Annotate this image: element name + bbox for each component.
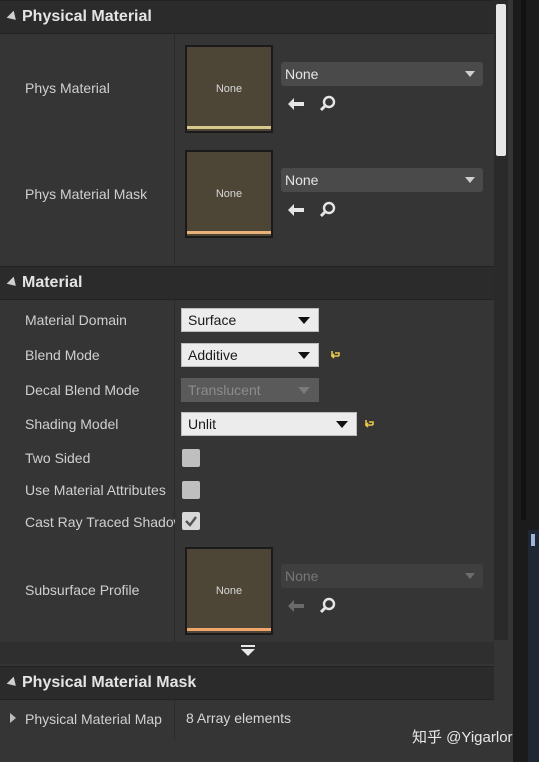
dropdown-value: Unlit (188, 416, 217, 432)
asset-type-bar (187, 628, 271, 631)
phys-material-thumbnail[interactable]: None (185, 45, 273, 133)
blend-mode-dropdown[interactable]: Additive (181, 343, 319, 367)
cast-ray-traced-shadows-checkbox[interactable] (182, 512, 200, 530)
chevron-down-icon (465, 71, 475, 77)
adjacent-tab[interactable] (528, 530, 539, 762)
decal-blend-mode-label: Decal Blend Mode (25, 382, 140, 398)
chevron-down-icon (336, 420, 348, 428)
use-selected-arrow-icon (286, 596, 306, 616)
phys-material-mask-label: Phys Material Mask (25, 186, 148, 202)
column-divider[interactable] (174, 34, 175, 264)
browse-search-icon[interactable] (318, 596, 338, 616)
vertical-scrollbar[interactable] (494, 0, 508, 640)
chevron-down-icon (298, 386, 310, 394)
dropdown-value: Translucent (188, 382, 261, 398)
collapse-triangle-icon[interactable] (6, 10, 20, 24)
collapse-triangle-icon[interactable] (6, 676, 20, 690)
section-header-physical-material[interactable]: Physical Material (0, 0, 494, 34)
thumbnail-text: None (215, 83, 243, 95)
physical-material-map-label: Physical Material Map (25, 711, 162, 727)
dropdown-value: Additive (188, 347, 238, 363)
cast-ray-traced-shadows-label: Cast Ray Traced Shadows (25, 514, 175, 530)
use-material-attributes-checkbox[interactable] (182, 481, 200, 499)
browse-search-icon[interactable] (318, 200, 338, 220)
use-selected-arrow-icon[interactable] (286, 94, 306, 114)
phys-material-mask-thumbnail[interactable]: None (185, 150, 273, 238)
reset-to-default-icon[interactable] (330, 349, 342, 361)
asset-type-bar (187, 231, 271, 234)
section-title: Physical Material (22, 8, 152, 25)
subsurface-profile-thumbnail[interactable]: None (185, 547, 273, 635)
subsurface-profile-combo: None (281, 564, 483, 588)
chevron-down-icon (298, 351, 310, 359)
panel-splitter[interactable] (521, 0, 526, 520)
use-selected-arrow-icon[interactable] (286, 200, 306, 220)
show-advanced-toggle[interactable] (0, 642, 494, 664)
subsurface-profile-label: Subsurface Profile (25, 582, 140, 598)
combo-value: None (285, 172, 319, 188)
column-divider[interactable] (174, 700, 175, 740)
material-domain-dropdown[interactable]: Surface (181, 308, 319, 332)
thumbnail-text: None (215, 585, 243, 597)
use-material-attributes-label: Use Material Attributes (25, 482, 166, 498)
phys-material-label: Phys Material (25, 80, 110, 96)
section-title: Physical Material Mask (22, 674, 197, 691)
two-sided-label: Two Sided (25, 450, 91, 466)
expand-advanced-icon[interactable] (241, 645, 255, 656)
combo-value: None (285, 568, 319, 584)
shading-model-label: Shading Model (25, 416, 119, 432)
material-domain-label: Material Domain (25, 312, 127, 328)
blend-mode-label: Blend Mode (25, 347, 100, 363)
dropdown-value: Surface (188, 312, 237, 328)
combo-value: None (285, 66, 319, 82)
section-title: Material (22, 274, 83, 291)
section-header-physical-material-mask[interactable]: Physical Material Mask (0, 666, 494, 700)
array-elements-value: 8 Array elements (186, 710, 292, 726)
chevron-down-icon (465, 177, 475, 183)
browse-search-icon[interactable] (318, 94, 338, 114)
thumbnail-text: None (215, 188, 243, 200)
details-panel: Physical Material Phys Material None Non… (0, 0, 513, 762)
chevron-down-icon (298, 316, 310, 324)
expand-array-icon[interactable] (10, 713, 16, 723)
collapse-triangle-icon[interactable] (6, 276, 20, 290)
shading-model-dropdown[interactable]: Unlit (181, 412, 357, 436)
checkmark-icon (185, 516, 197, 527)
phys-material-combo[interactable]: None (281, 62, 483, 86)
asset-type-bar (187, 126, 271, 129)
decal-blend-mode-dropdown: Translucent (181, 378, 319, 402)
watermark: 知乎 @Yigarlor (412, 729, 513, 746)
two-sided-checkbox[interactable] (182, 449, 200, 467)
scrollbar-thumb[interactable] (496, 4, 506, 156)
reset-to-default-icon[interactable] (364, 418, 376, 430)
section-header-material[interactable]: Material (0, 266, 494, 300)
phys-material-mask-combo[interactable]: None (281, 168, 483, 192)
adjacent-panel-edge (513, 0, 539, 762)
chevron-down-icon (465, 573, 475, 579)
